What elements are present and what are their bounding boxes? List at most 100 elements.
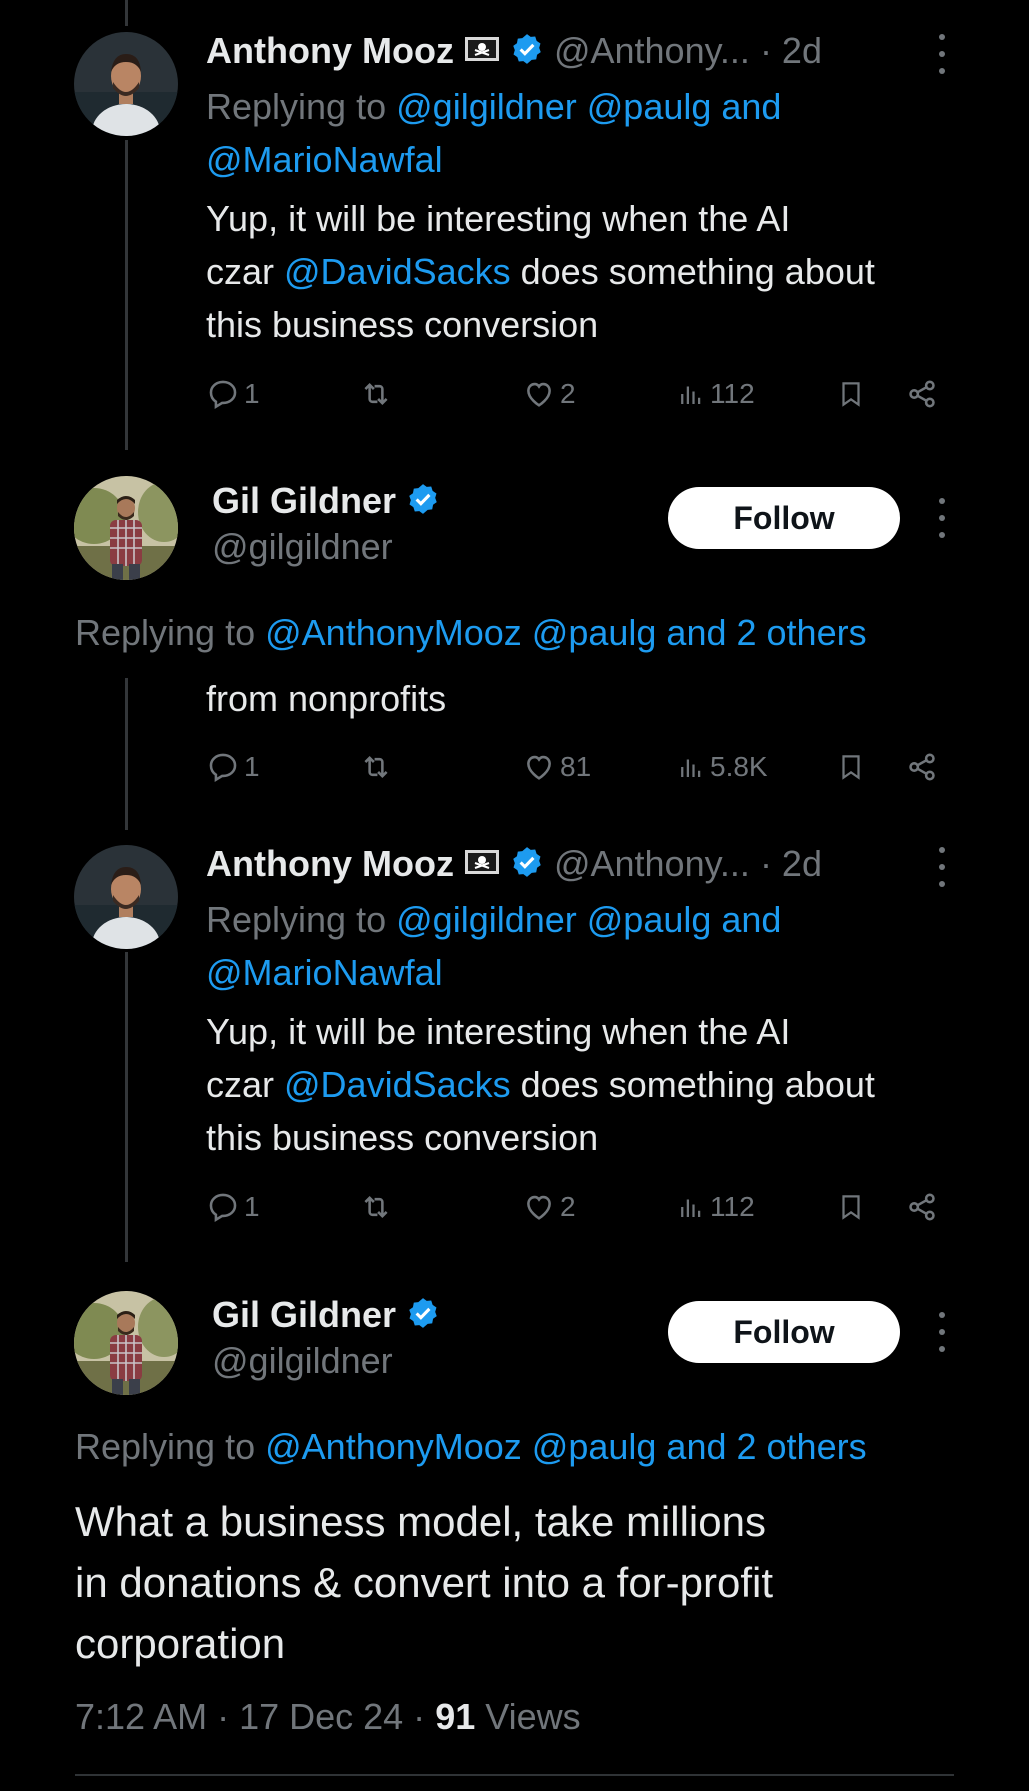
reply-icon bbox=[206, 750, 240, 784]
views-button[interactable]: 5.8K bbox=[676, 750, 768, 784]
like-count: 2 bbox=[560, 1191, 576, 1222]
repost-icon bbox=[358, 377, 394, 411]
bookmark-icon bbox=[836, 1190, 866, 1224]
tweet-header: Anthony Mooz @Anthony... · 2d bbox=[206, 839, 822, 889]
reply-button[interactable]: 1 bbox=[206, 1190, 260, 1224]
avatar[interactable] bbox=[74, 32, 178, 136]
tweet-text-span: does something about bbox=[510, 251, 875, 292]
more-options-icon[interactable] bbox=[930, 847, 954, 887]
view-count: 5.8K bbox=[710, 751, 768, 782]
avatar[interactable] bbox=[74, 476, 178, 580]
share-icon bbox=[904, 750, 940, 784]
follow-button[interactable]: Follow bbox=[668, 1301, 900, 1363]
tweet-header: Anthony Mooz @Anthony... · 2d bbox=[206, 26, 822, 76]
author-name[interactable]: Gil Gildner bbox=[212, 1294, 396, 1336]
more-options-icon[interactable] bbox=[930, 1312, 954, 1352]
author-name[interactable]: Gil Gildner bbox=[212, 480, 396, 522]
tweet-text-span: does something about bbox=[510, 1064, 875, 1105]
tweet-text-line-2: czar @DavidSacks does something about bbox=[206, 1058, 996, 1111]
tweet-text-line-1: Yup, it will be interesting when the AI bbox=[206, 1011, 791, 1052]
view-count: 112 bbox=[710, 378, 755, 409]
bookmark-button[interactable] bbox=[836, 750, 866, 784]
analytics-icon bbox=[676, 750, 706, 784]
tweet-meta: 7:12 AM · 17 Dec 24 · 91 Views bbox=[75, 1696, 581, 1738]
verified-badge-icon bbox=[510, 32, 544, 71]
action-bar: 1 2 112 bbox=[206, 377, 946, 421]
reply-count: 1 bbox=[244, 1191, 260, 1222]
more-options-icon[interactable] bbox=[930, 498, 954, 538]
mention-davidsacks[interactable]: @DavidSacks bbox=[284, 251, 511, 292]
action-bar: 1 81 5.8K bbox=[206, 750, 946, 794]
replying-to-label: Replying to bbox=[75, 612, 256, 653]
reply-icon bbox=[206, 377, 240, 411]
tweet-time[interactable]: · 2d bbox=[760, 30, 822, 72]
repost-icon bbox=[358, 1190, 394, 1224]
heart-icon bbox=[522, 1190, 556, 1224]
share-button[interactable] bbox=[904, 750, 940, 784]
reply-user-mario[interactable]: @MarioNawfal bbox=[206, 139, 443, 180]
tweet-text-line-3: this business conversion bbox=[206, 1117, 599, 1158]
author-handle[interactable]: @Anthony... bbox=[554, 30, 750, 72]
analytics-icon bbox=[676, 377, 706, 411]
author-handle[interactable]: @gilgildner bbox=[212, 1340, 393, 1382]
share-icon bbox=[904, 1190, 940, 1224]
reply-icon bbox=[206, 1190, 240, 1224]
tweet-header: Gil Gildner bbox=[212, 476, 440, 526]
mention-davidsacks[interactable]: @DavidSacks bbox=[284, 1064, 511, 1105]
like-count: 81 bbox=[560, 751, 592, 782]
repost-button[interactable] bbox=[358, 750, 394, 784]
share-button[interactable] bbox=[904, 1190, 940, 1224]
replying-to-label: Replying to bbox=[75, 1426, 256, 1467]
like-button[interactable]: 2 bbox=[522, 1190, 576, 1224]
verified-badge-icon bbox=[406, 1296, 440, 1335]
more-options-icon[interactable] bbox=[930, 34, 954, 74]
heart-icon bbox=[522, 377, 556, 411]
like-button[interactable]: 2 bbox=[522, 377, 576, 411]
thread-line-1 bbox=[125, 140, 128, 450]
reply-users-link[interactable]: @AnthonyMooz @paulg and 2 others bbox=[265, 1426, 866, 1467]
tweet-header: Gil Gildner bbox=[212, 1290, 440, 1340]
author-handle[interactable]: @gilgildner bbox=[212, 526, 393, 568]
author-name[interactable]: Anthony Mooz bbox=[206, 30, 454, 72]
verified-badge-icon bbox=[510, 845, 544, 884]
repost-button[interactable] bbox=[358, 1190, 394, 1224]
views-button[interactable]: 112 bbox=[676, 1190, 755, 1224]
bookmark-button[interactable] bbox=[836, 377, 866, 411]
tweet-time[interactable]: · 2d bbox=[760, 843, 822, 885]
replying-to-cont: @MarioNawfal bbox=[206, 946, 443, 999]
author-handle[interactable]: @Anthony... bbox=[554, 843, 750, 885]
avatar[interactable] bbox=[74, 845, 178, 949]
reply-user-mario[interactable]: @MarioNawfal bbox=[206, 952, 443, 993]
follow-button[interactable]: Follow bbox=[668, 487, 900, 549]
thread-line-2 bbox=[125, 678, 128, 830]
tweet-text-line-3: this business conversion bbox=[206, 304, 599, 345]
author-name[interactable]: Anthony Mooz bbox=[206, 843, 454, 885]
pirate-flag-icon bbox=[464, 848, 500, 881]
bookmark-icon bbox=[836, 750, 866, 784]
verified-badge-icon bbox=[406, 482, 440, 521]
heart-icon bbox=[522, 750, 556, 784]
views-button[interactable]: 112 bbox=[676, 377, 755, 411]
divider bbox=[75, 1774, 954, 1776]
share-button[interactable] bbox=[904, 377, 940, 411]
reply-button[interactable]: 1 bbox=[206, 750, 260, 784]
like-button[interactable]: 81 bbox=[522, 750, 591, 784]
view-count: 112 bbox=[710, 1191, 755, 1222]
tweet-text-line-1: What a business model, take millions bbox=[75, 1498, 766, 1545]
bookmark-button[interactable] bbox=[836, 1190, 866, 1224]
repost-button[interactable] bbox=[358, 377, 394, 411]
tweet-timestamp[interactable]: 7:12 AM · 17 Dec 24 · bbox=[75, 1696, 435, 1737]
avatar[interactable] bbox=[74, 1291, 178, 1395]
repost-icon bbox=[358, 750, 394, 784]
reply-users-link[interactable]: @gilgildner @paulg and bbox=[396, 86, 781, 127]
reply-users-link[interactable]: @gilgildner @paulg and bbox=[396, 899, 781, 940]
replying-to-cont: @MarioNawfal bbox=[206, 133, 443, 186]
tweet-text-span: czar bbox=[206, 251, 285, 292]
like-count: 2 bbox=[560, 378, 576, 409]
replying-to-label: Replying to bbox=[206, 86, 387, 127]
reply-users-link[interactable]: @AnthonyMooz @paulg and 2 others bbox=[265, 612, 866, 653]
tweet-text: Yup, it will be interesting when the AI … bbox=[206, 192, 996, 351]
tweet-text-line-2: czar @DavidSacks does something about bbox=[206, 245, 996, 298]
view-count: 91 bbox=[435, 1696, 476, 1737]
reply-button[interactable]: 1 bbox=[206, 377, 260, 411]
